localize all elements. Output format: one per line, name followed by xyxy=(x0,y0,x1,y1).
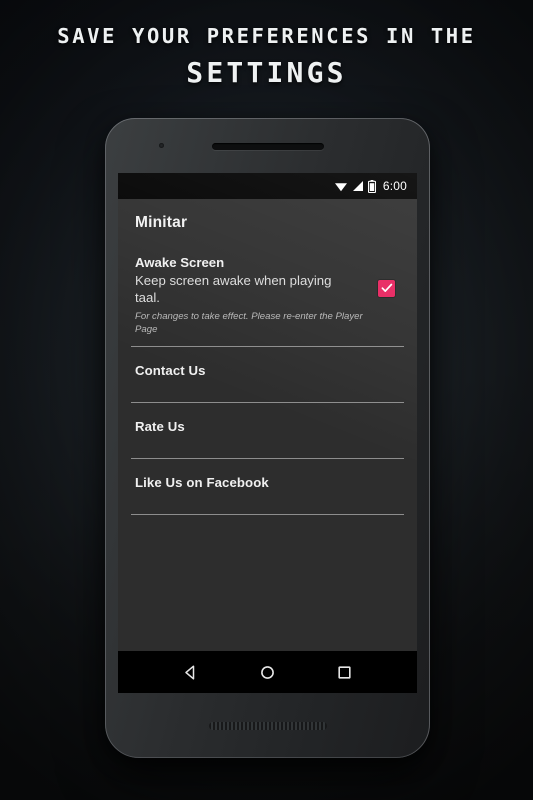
list-item-rate-us[interactable]: Rate Us xyxy=(128,403,407,449)
home-circle-icon[interactable] xyxy=(259,664,276,681)
phone-device-mockup: 6:00 Minitar Awake Screen Keep screen aw… xyxy=(105,118,430,758)
recents-square-icon[interactable] xyxy=(336,664,353,681)
back-triangle-icon[interactable] xyxy=(182,664,199,681)
earpiece-speaker-icon xyxy=(211,143,324,150)
preference-note: For changes to take effect. Please re-en… xyxy=(135,310,363,335)
navigation-bar xyxy=(118,651,417,693)
front-camera-icon xyxy=(159,143,164,148)
list-item-label: Contact Us xyxy=(135,362,206,378)
awake-screen-checkbox[interactable] xyxy=(378,280,395,297)
preference-awake-screen[interactable]: Awake Screen Keep screen awake when play… xyxy=(128,247,407,337)
promo-banner: SAVE YOUR PREFERENCES IN THE SETTINGS 6:… xyxy=(0,0,533,800)
promo-headline-line2: SETTINGS xyxy=(186,55,347,89)
status-bar-clock: 6:00 xyxy=(382,179,407,193)
wifi-icon xyxy=(334,180,348,192)
settings-list: Awake Screen Keep screen awake when play… xyxy=(118,247,417,515)
list-item-like-us-on-facebook[interactable]: Like Us on Facebook xyxy=(128,459,407,505)
preference-text-block: Awake Screen Keep screen awake when play… xyxy=(135,254,378,337)
list-item-contact-us[interactable]: Contact Us xyxy=(128,347,407,393)
phone-screen: 6:00 Minitar Awake Screen Keep screen aw… xyxy=(118,173,417,693)
list-item-label: Like Us on Facebook xyxy=(135,474,269,490)
checkmark-icon xyxy=(381,280,393,298)
list-divider xyxy=(131,513,404,515)
battery-icon xyxy=(367,179,376,193)
preference-title: Awake Screen xyxy=(135,255,225,270)
app-toolbar: Minitar xyxy=(118,199,417,247)
promo-headline-line1: SAVE YOUR PREFERENCES IN THE xyxy=(57,24,476,48)
status-bar: 6:00 xyxy=(118,173,417,199)
app-title: Minitar xyxy=(135,214,188,231)
bottom-speaker-grille-icon xyxy=(208,722,327,730)
preference-summary: Keep screen awake when playing taal. xyxy=(135,273,332,306)
list-item-label: Rate Us xyxy=(135,418,185,434)
signal-icon xyxy=(352,180,364,192)
promo-headline: SAVE YOUR PREFERENCES IN THE SETTINGS xyxy=(0,26,533,87)
